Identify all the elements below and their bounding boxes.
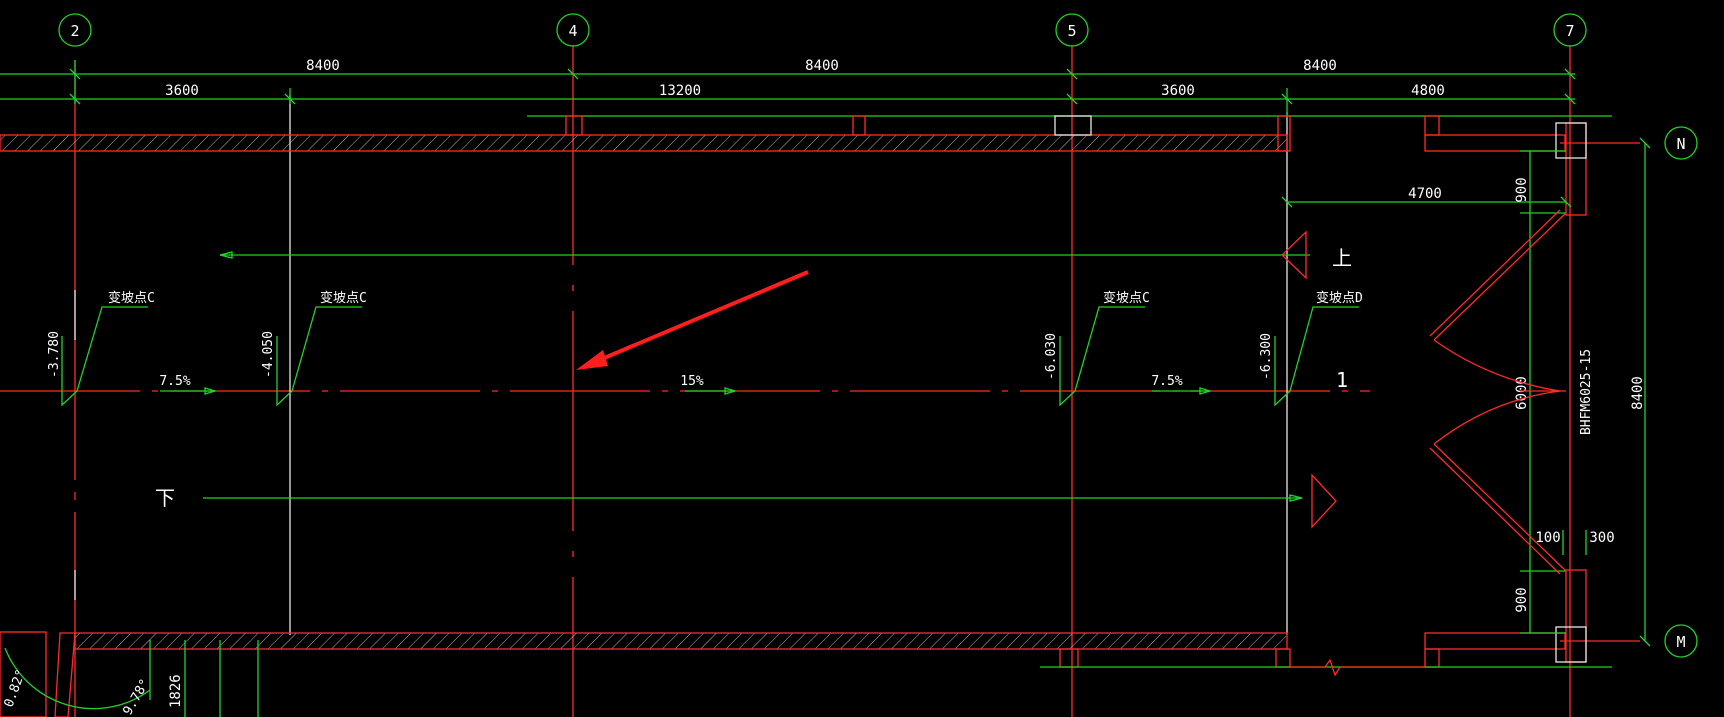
ramp-up-label: 上 (1332, 246, 1352, 270)
dim-900-top: 900 (1514, 177, 1530, 202)
dim-3600-a: 3600 (165, 83, 199, 99)
ramp-up-arrow[interactable] (219, 230, 1310, 280)
axis-bubble-7[interactable]: 7 (1553, 13, 1587, 47)
dim-8400-b: 8400 (805, 58, 839, 74)
elevation-4: -6.300 (1259, 333, 1274, 380)
dim-1826: 1826 (168, 674, 184, 708)
axis-bubble-n[interactable]: N (1664, 126, 1698, 160)
top-wall[interactable] (0, 115, 1291, 152)
slope-label-1: 7.5% (159, 374, 190, 389)
dim-4700: 4700 (1408, 186, 1442, 202)
axis-bubble-2[interactable]: 2 (58, 13, 92, 47)
secondary-lines (74, 95, 1288, 635)
elevation-3: -6.030 (1044, 333, 1059, 380)
ramp-down-arrow[interactable] (203, 473, 1337, 529)
dim-900-bottom: 900 (1514, 587, 1530, 612)
angle-label-2: 9.78° (120, 677, 153, 717)
axis-bubble-m[interactable]: M (1664, 624, 1698, 658)
axis-bubble-5[interactable]: 5 (1055, 13, 1089, 47)
slope-label-3: 7.5% (1151, 374, 1182, 389)
axis-label: M (1676, 633, 1685, 651)
slope-label-2: 15% (680, 374, 704, 389)
change-point-label-c2: 变坡点C (320, 290, 367, 306)
dim-100: 100 (1535, 530, 1560, 546)
change-point-label-d: 变坡点D (1316, 290, 1363, 306)
change-point-label-c1: 变坡点C (108, 290, 155, 306)
double-door-swing[interactable] (1429, 209, 1567, 575)
break-line (1290, 658, 1425, 677)
change-point-label-c3: 变坡点C (1103, 290, 1150, 306)
axis-bubble-4[interactable]: 4 (556, 13, 590, 47)
door-tag: BHFM6025-15 (1579, 349, 1594, 435)
right-wall-bottom[interactable] (1424, 569, 1587, 668)
cad-drawing-canvas[interactable]: 2 4 5 7 N M 8400 8400 8400 3600 13200 36… (0, 0, 1724, 717)
annotation-arrow (576, 270, 809, 370)
axis-label: 7 (1565, 22, 1574, 40)
ramp-down-label: 下 (155, 486, 175, 510)
elevation-2: -4.050 (261, 331, 276, 378)
elevation-1: -3.780 (47, 331, 62, 378)
dim-300: 300 (1589, 530, 1614, 546)
angle-label-1: 0.82° (2, 667, 29, 709)
axis-label: 2 (70, 22, 79, 40)
ramp-number: 1 (1336, 368, 1348, 392)
dim-8400-vertical: 8400 (1630, 376, 1646, 410)
dim-3600-b: 3600 (1161, 83, 1195, 99)
dim-13200: 13200 (659, 83, 701, 99)
right-wall-top[interactable] (1424, 115, 1587, 216)
change-point-marker-3[interactable] (1059, 306, 1145, 407)
dim-8400-a: 8400 (306, 58, 340, 74)
bottom-wall[interactable] (54, 632, 1291, 717)
axis-label: 4 (568, 22, 577, 40)
dim-4800: 4800 (1411, 83, 1445, 99)
dim-8400-c: 8400 (1303, 58, 1337, 74)
axis-label: 5 (1067, 22, 1076, 40)
axis-label: N (1676, 135, 1685, 153)
